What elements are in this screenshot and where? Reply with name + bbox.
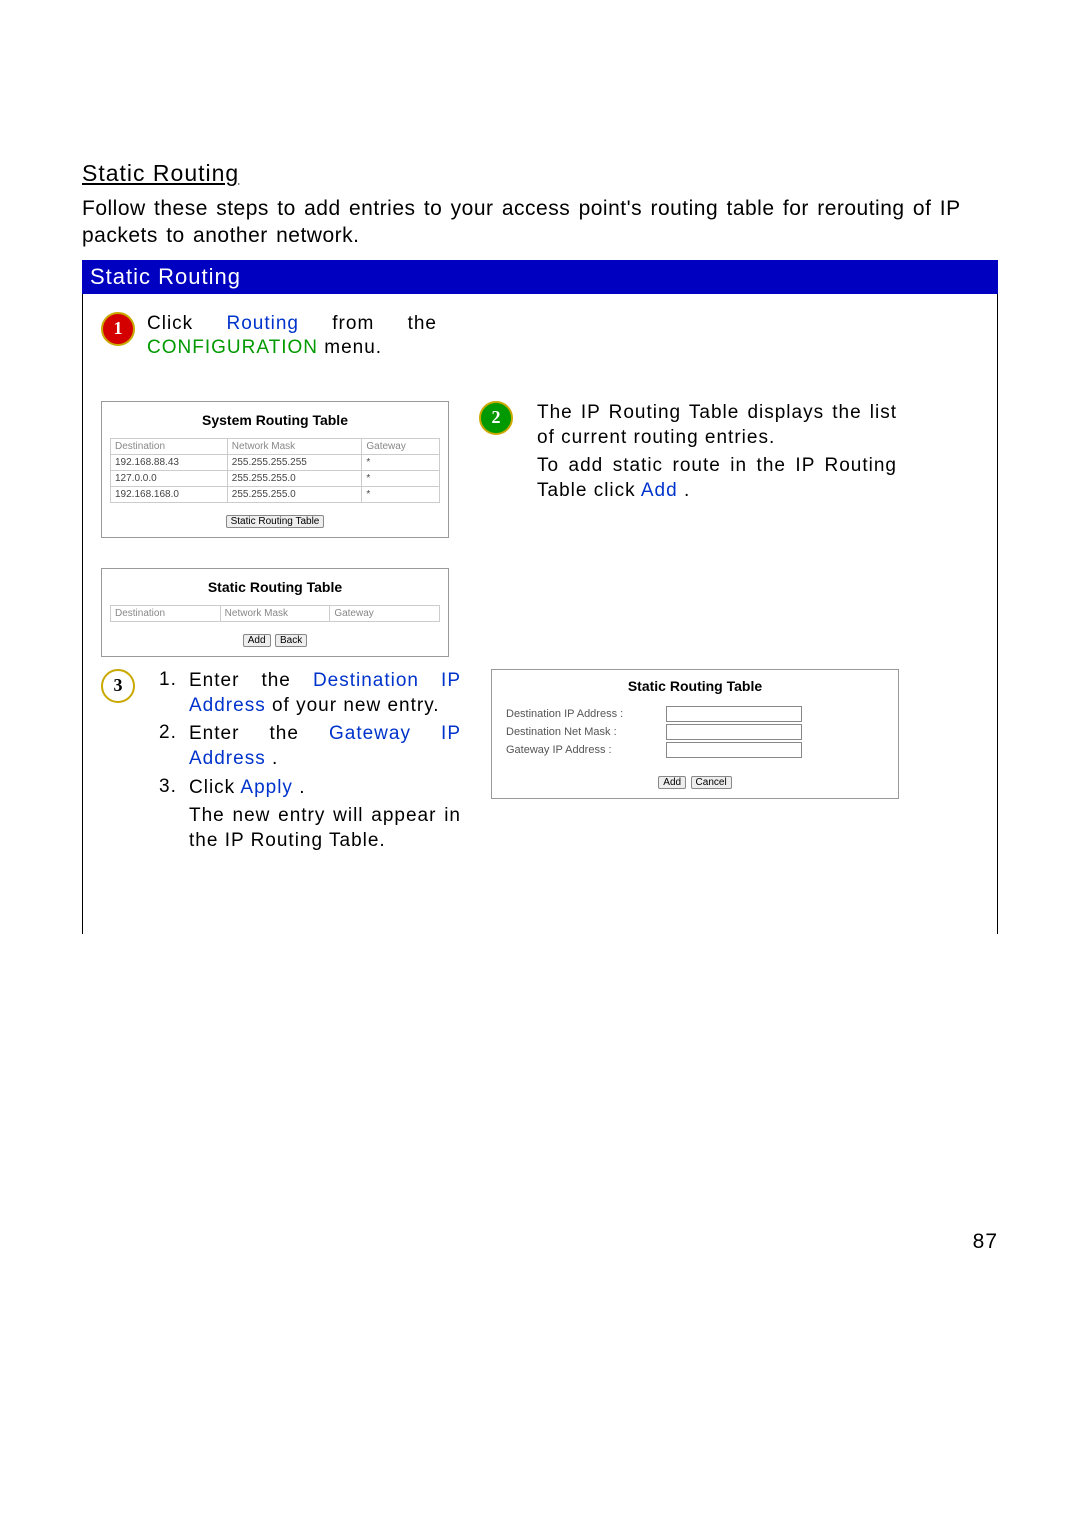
- th-network-mask: Network Mask: [227, 438, 362, 454]
- page-number: 87: [973, 1230, 998, 1254]
- form-panel-title: Static Routing Table: [500, 678, 890, 694]
- step1-t3: menu.: [324, 337, 382, 358]
- step-3-left: 3 1. Enter the Destination IP Address of…: [101, 669, 461, 858]
- li-text: Enter the Destination IP Address of your…: [189, 669, 461, 718]
- table-row: 127.0.0.0 255.255.255.0 *: [111, 470, 440, 486]
- destination-ip-input[interactable]: [666, 706, 802, 722]
- cell-dest: 192.168.88.43: [111, 454, 228, 470]
- li-text: Enter the Gateway IP Address .: [189, 722, 461, 771]
- li-text: Click Apply .: [189, 776, 461, 801]
- step-badge-3: 3: [101, 669, 135, 703]
- table-row: 192.168.168.0 255.255.255.0 *: [111, 486, 440, 502]
- cell-dest: 192.168.168.0: [111, 486, 228, 502]
- step-2-right: 2 The IP Routing Table displays the list…: [479, 401, 979, 504]
- apply-link[interactable]: Apply: [240, 777, 293, 798]
- li-num: 1.: [159, 669, 189, 718]
- step1-t2: from the: [332, 313, 437, 334]
- static-routing-title: Static Routing Table: [110, 579, 440, 595]
- routing-link[interactable]: Routing: [226, 313, 299, 334]
- system-routing-panel: System Routing Table Destination Network…: [101, 401, 449, 538]
- th-network-mask: Network Mask: [220, 605, 330, 621]
- back-button[interactable]: Back: [275, 634, 307, 647]
- step-3-list: 1. Enter the Destination IP Address of y…: [159, 669, 461, 858]
- cell-gw: *: [362, 470, 440, 486]
- add-link[interactable]: Add: [641, 480, 678, 501]
- form-panel: Static Routing Table Destination IP Addr…: [491, 669, 899, 799]
- th-destination: Destination: [111, 438, 228, 454]
- form-row-gateway: Gateway IP Address :: [500, 742, 890, 758]
- li-text: The new entry will appear in the IP Rout…: [189, 804, 461, 853]
- static-routing-table-button[interactable]: Static Routing Table: [226, 515, 325, 528]
- li-num: 2.: [159, 722, 189, 771]
- list-item: The new entry will appear in the IP Rout…: [159, 804, 461, 853]
- form-cancel-button[interactable]: Cancel: [691, 776, 732, 789]
- banner-title: Static Routing: [82, 260, 998, 294]
- step-badge-2: 2: [479, 401, 513, 435]
- step-3-row: 3 1. Enter the Destination IP Address of…: [101, 669, 979, 858]
- step2-l2b: .: [684, 480, 690, 501]
- tables-column: System Routing Table Destination Network…: [101, 401, 449, 657]
- li-num: 3.: [159, 776, 189, 801]
- cell-mask: 255.255.255.255: [227, 454, 362, 470]
- th-gateway: Gateway: [362, 438, 440, 454]
- cell-gw: *: [362, 486, 440, 502]
- list-item: 3. Click Apply .: [159, 776, 461, 801]
- label-net-mask: Destination Net Mask :: [506, 726, 666, 738]
- step-2-text: The IP Routing Table displays the list o…: [537, 401, 897, 504]
- static-routing-panel: Static Routing Table Destination Network…: [101, 568, 449, 657]
- net-mask-input[interactable]: [666, 724, 802, 740]
- label-gateway-ip: Gateway IP Address :: [506, 744, 666, 756]
- form-row-destination: Destination IP Address :: [500, 706, 890, 722]
- step2-l2a: To add static route in the IP Routing Ta…: [537, 455, 897, 501]
- li-num: [159, 804, 189, 853]
- add-button[interactable]: Add: [243, 634, 271, 647]
- cell-gw: *: [362, 454, 440, 470]
- cell-dest: 127.0.0.0: [111, 470, 228, 486]
- label-destination-ip: Destination IP Address :: [506, 708, 666, 720]
- system-routing-table: Destination Network Mask Gateway 192.168…: [110, 438, 440, 503]
- table-header-row: Destination Network Mask Gateway: [111, 605, 440, 621]
- table-row: 192.168.88.43 255.255.255.255 *: [111, 454, 440, 470]
- static-routing-table: Destination Network Mask Gateway: [110, 605, 440, 622]
- form-button-row: Add Cancel: [500, 772, 890, 790]
- th-gateway: Gateway: [330, 605, 440, 621]
- system-routing-title: System Routing Table: [110, 412, 440, 428]
- th-destination: Destination: [111, 605, 221, 621]
- content-box: 1 Click Routing from the CONFIGURATION m…: [82, 294, 998, 934]
- step-2-row: System Routing Table Destination Network…: [101, 401, 979, 657]
- form-row-netmask: Destination Net Mask :: [500, 724, 890, 740]
- cell-mask: 255.255.255.0: [227, 486, 362, 502]
- list-item: 2. Enter the Gateway IP Address .: [159, 722, 461, 771]
- gateway-ip-input[interactable]: [666, 742, 802, 758]
- form-add-button[interactable]: Add: [658, 776, 686, 789]
- step2-line1: The IP Routing Table displays the list o…: [537, 401, 897, 450]
- intro-paragraph: Follow these steps to add entries to you…: [82, 195, 998, 250]
- panel-button-row: Static Routing Table: [110, 511, 440, 529]
- table-header-row: Destination Network Mask Gateway: [111, 438, 440, 454]
- step-1-row: 1 Click Routing from the CONFIGURATION m…: [101, 312, 979, 361]
- step-1-text: Click Routing from the CONFIGURATION men…: [147, 312, 437, 361]
- step1-t1: Click: [147, 313, 226, 334]
- list-item: 1. Enter the Destination IP Address of y…: [159, 669, 461, 718]
- cell-mask: 255.255.255.0: [227, 470, 362, 486]
- configuration-link[interactable]: CONFIGURATION: [147, 337, 318, 358]
- step-badge-1: 1: [101, 312, 135, 346]
- step2-line2: To add static route in the IP Routing Ta…: [537, 454, 897, 503]
- panel-button-row: Add Back: [110, 630, 440, 648]
- section-title: Static Routing: [82, 160, 998, 187]
